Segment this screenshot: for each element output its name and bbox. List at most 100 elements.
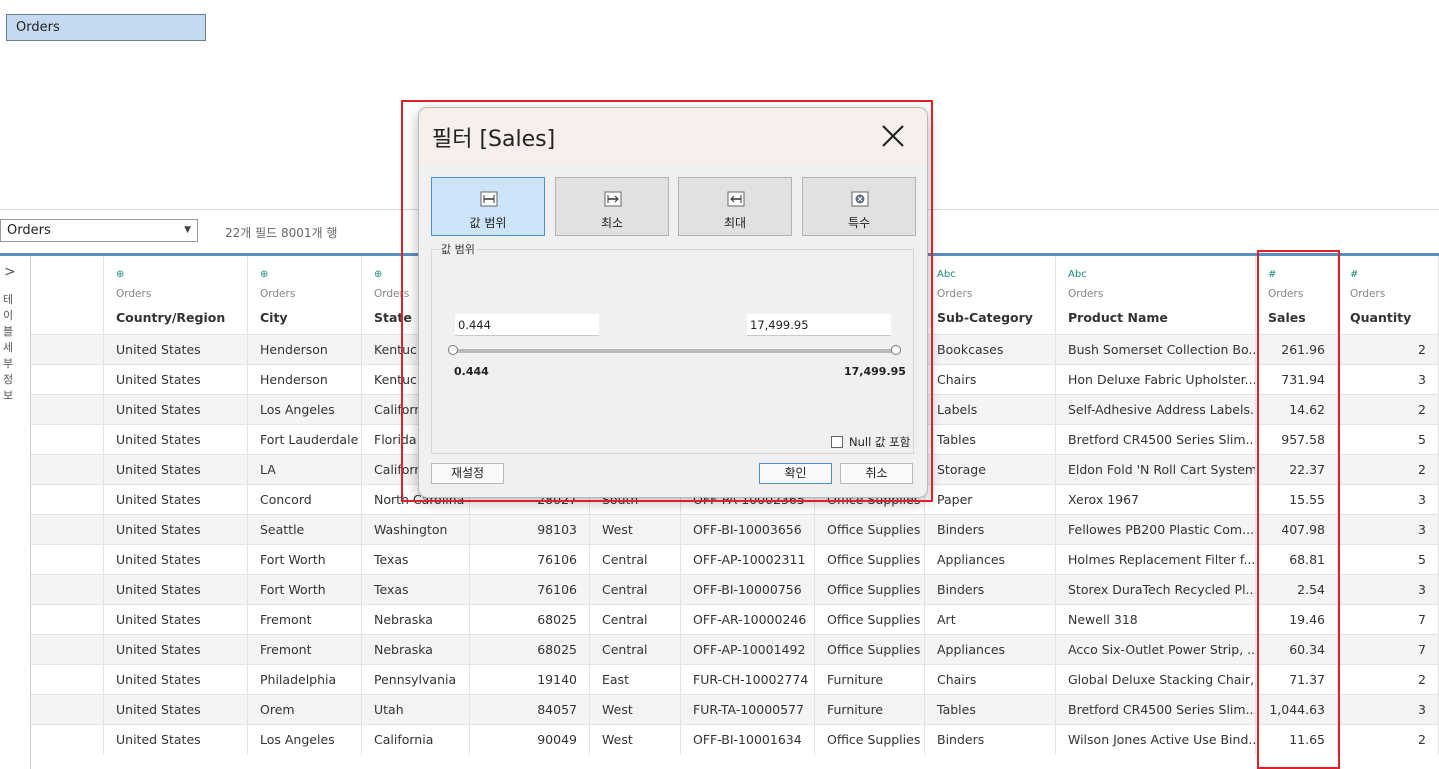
- cell-col-6: OFF-BI-10001634: [681, 725, 815, 755]
- cell-city: Fort Worth: [248, 575, 362, 605]
- geo-type-icon[interactable]: ⊕: [374, 269, 382, 280]
- column-name[interactable]: City: [260, 310, 288, 325]
- cell-city: Los Angeles: [248, 395, 362, 425]
- cell-quantity: 2: [1338, 665, 1439, 695]
- column-source: Orders: [260, 288, 296, 300]
- column-name[interactable]: Sub-Category: [937, 310, 1033, 325]
- cell-col-7: Furniture: [815, 665, 925, 695]
- cell-col-5: Central: [590, 605, 681, 635]
- column-source: Orders: [1350, 288, 1386, 300]
- column-name[interactable]: Product Name: [1068, 310, 1168, 325]
- cell-city: Seattle: [248, 515, 362, 545]
- cell-col-6: OFF-BI-10003656: [681, 515, 815, 545]
- table-row[interactable]: Home OfficeUnited StatesFort WorthTexas7…: [0, 574, 1439, 605]
- cell-quantity: 5: [1338, 425, 1439, 455]
- cell-country-region: United States: [104, 335, 248, 365]
- cell-quantity: 7: [1338, 605, 1439, 635]
- cell-col-5: Central: [590, 575, 681, 605]
- cell-quantity: 3: [1338, 575, 1439, 605]
- table-row[interactable]: Home OfficeUnited StatesFort WorthTexas7…: [0, 544, 1439, 575]
- chevron-down-icon: ▼: [184, 225, 191, 235]
- cell-col-4: 19140: [470, 665, 590, 695]
- cell-country-region: United States: [104, 695, 248, 725]
- column-source: Orders: [116, 288, 152, 300]
- cell-product-name: Holmes Replacement Filter f...: [1056, 545, 1256, 575]
- table-row[interactable]: ConsumerUnited StatesPhiladelphiaPennsyl…: [0, 664, 1439, 695]
- cell-city: Fort Lauderdale: [248, 425, 362, 455]
- string-type-icon[interactable]: Abc: [937, 269, 956, 280]
- cell-product-name: Bretford CR4500 Series Slim...: [1056, 695, 1256, 725]
- orders-shelf-pill[interactable]: Orders: [6, 14, 206, 41]
- cell-col-6: OFF-AP-10001492: [681, 635, 815, 665]
- column-source: Orders: [937, 288, 973, 300]
- table-row[interactable]: ConsumerUnited StatesOremUtah84057WestFU…: [0, 694, 1439, 725]
- cell-city: Fort Worth: [248, 545, 362, 575]
- cell-country-region: United States: [104, 725, 248, 755]
- cell-country-region: United States: [104, 575, 248, 605]
- cell-state: Texas: [362, 575, 470, 605]
- cell-product-name: Acco Six-Outlet Power Strip, ...: [1056, 635, 1256, 665]
- table-row[interactable]: CorporateUnited StatesFremontNebraska680…: [0, 634, 1439, 665]
- column-header-city[interactable]: ⊕ Orders City: [248, 256, 362, 334]
- string-type-icon[interactable]: Abc: [1068, 269, 1087, 280]
- table-row[interactable]: ConsumerUnited StatesSeattleWashington98…: [0, 514, 1439, 545]
- cell-country-region: United States: [104, 665, 248, 695]
- table-details-panel[interactable]: > 테이블 세부 정보: [0, 256, 31, 769]
- cell-quantity: 7: [1338, 635, 1439, 665]
- cell-sub-category: Binders: [925, 575, 1056, 605]
- cell-city: Fremont: [248, 635, 362, 665]
- cell-quantity: 2: [1338, 335, 1439, 365]
- cell-col-7: Office Supplies: [815, 725, 925, 755]
- cell-state: Utah: [362, 695, 470, 725]
- cell-state: Nebraska: [362, 605, 470, 635]
- cell-sub-category: Chairs: [925, 665, 1056, 695]
- geo-type-icon[interactable]: ⊕: [116, 269, 124, 280]
- table-row[interactable]: CorporateUnited StatesFremontNebraska680…: [0, 604, 1439, 635]
- cell-city: Los Angeles: [248, 725, 362, 755]
- cell-country-region: United States: [104, 455, 248, 485]
- data-source-select[interactable]: Orders ▼: [0, 219, 198, 242]
- chevron-right-icon[interactable]: >: [4, 264, 16, 280]
- geo-type-icon[interactable]: ⊕: [260, 269, 268, 280]
- sales-column-highlight: [1257, 250, 1340, 769]
- cell-product-name: Fellowes PB200 Plastic Com...: [1056, 515, 1256, 545]
- column-name[interactable]: Country/Region: [116, 310, 225, 325]
- cell-country-region: United States: [104, 395, 248, 425]
- column-header-product-name[interactable]: Abc Orders Product Name: [1056, 256, 1256, 334]
- cell-product-name: Eldon Fold 'N Roll Cart System: [1056, 455, 1256, 485]
- cell-quantity: 2: [1338, 725, 1439, 755]
- cell-quantity: 2: [1338, 455, 1439, 485]
- data-source-select-value: Orders: [7, 223, 51, 238]
- cell-col-5: Central: [590, 635, 681, 665]
- column-name[interactable]: Quantity: [1350, 310, 1411, 325]
- cell-col-6: FUR-TA-10000577: [681, 695, 815, 725]
- column-header-quantity[interactable]: # Orders Quantity: [1338, 256, 1439, 334]
- field-row-count: 22개 필드 8001개 행: [225, 226, 338, 240]
- cell-quantity: 3: [1338, 365, 1439, 395]
- cell-col-5: East: [590, 665, 681, 695]
- cell-country-region: United States: [104, 365, 248, 395]
- cell-country-region: United States: [104, 605, 248, 635]
- cell-col-7: Office Supplies: [815, 575, 925, 605]
- cell-sub-category: Binders: [925, 725, 1056, 755]
- cell-col-7: Furniture: [815, 695, 925, 725]
- cell-product-name: Hon Deluxe Fabric Upholster...: [1056, 365, 1256, 395]
- table-row[interactable]: ConsumerUnited StatesLos AngelesCaliforn…: [0, 724, 1439, 755]
- cell-country-region: United States: [104, 485, 248, 515]
- column-header-sub-category[interactable]: Abc Orders Sub-Category: [925, 256, 1056, 334]
- cell-col-4: 90049: [470, 725, 590, 755]
- column-header-country-region[interactable]: ⊕ Orders Country/Region: [104, 256, 248, 334]
- cell-sub-category: Binders: [925, 515, 1056, 545]
- cell-quantity: 3: [1338, 515, 1439, 545]
- cell-sub-category: Appliances: [925, 545, 1056, 575]
- cell-col-4: 68025: [470, 605, 590, 635]
- cell-quantity: 2: [1338, 395, 1439, 425]
- cell-sub-category: Chairs: [925, 365, 1056, 395]
- cell-col-4: 84057: [470, 695, 590, 725]
- cell-col-6: OFF-BI-10000756: [681, 575, 815, 605]
- cell-state: Washington: [362, 515, 470, 545]
- cell-quantity: 3: [1338, 695, 1439, 725]
- number-type-icon[interactable]: #: [1350, 269, 1358, 280]
- cell-col-6: OFF-AP-10002311: [681, 545, 815, 575]
- cell-city: Fremont: [248, 605, 362, 635]
